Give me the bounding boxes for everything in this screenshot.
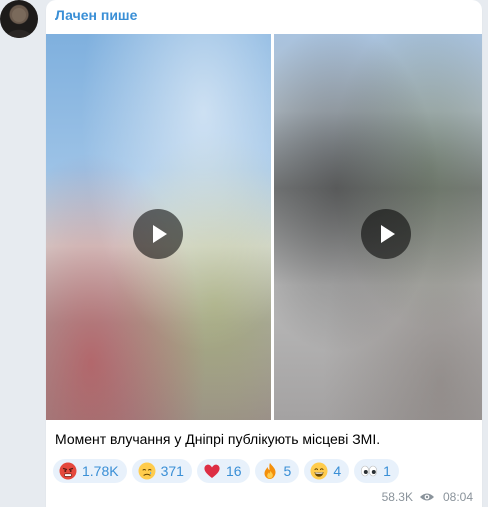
message-meta: 58.3K 08:04 (382, 490, 473, 504)
reaction-count: 5 (283, 463, 292, 479)
reaction-count: 16 (225, 463, 242, 479)
play-button[interactable] (133, 209, 183, 259)
eyes-icon (361, 465, 378, 477)
message-caption: Момент влучання у Дніпрі публікують місц… (55, 431, 381, 447)
reaction-angry[interactable]: 1.78K (53, 459, 127, 483)
red-heart-icon (204, 464, 220, 478)
play-icon (381, 225, 395, 243)
play-icon (153, 225, 167, 243)
crying-face-icon (138, 462, 156, 480)
view-count: 58.3K (381, 490, 413, 504)
video-thumbnail-2[interactable] (274, 34, 482, 420)
author-name[interactable]: Лачен пише (55, 7, 137, 23)
message-time: 08:04 (442, 490, 473, 504)
reaction-eyes[interactable]: 1 (354, 459, 399, 483)
message-bubble: Лачен пише Момент влучання у Дніпрі публ… (46, 0, 482, 507)
play-button[interactable] (361, 209, 411, 259)
reaction-heart[interactable]: 16 (196, 459, 250, 483)
video-thumbnail-1[interactable] (46, 34, 271, 420)
reaction-count: 1 (383, 463, 391, 479)
reaction-count: 1.78K (82, 463, 119, 479)
fire-icon (264, 463, 276, 479)
chat-view: Лачен пише Момент влучання у Дніпрі публ… (0, 0, 488, 507)
reaction-crying[interactable]: 371 (131, 459, 192, 483)
reaction-count: 371 (160, 463, 184, 479)
eye-icon (419, 493, 434, 501)
angry-face-icon (59, 462, 77, 480)
reaction-grinning[interactable]: 4 (304, 459, 350, 483)
reaction-fire[interactable]: 5 (254, 459, 300, 483)
person-photo-icon (6, 8, 32, 38)
reactions-bar: 1.78K 371 16 5 4 1 (53, 459, 399, 483)
avatar[interactable] (0, 0, 38, 38)
reaction-count: 4 (333, 463, 342, 479)
grinning-face-icon (310, 462, 328, 480)
